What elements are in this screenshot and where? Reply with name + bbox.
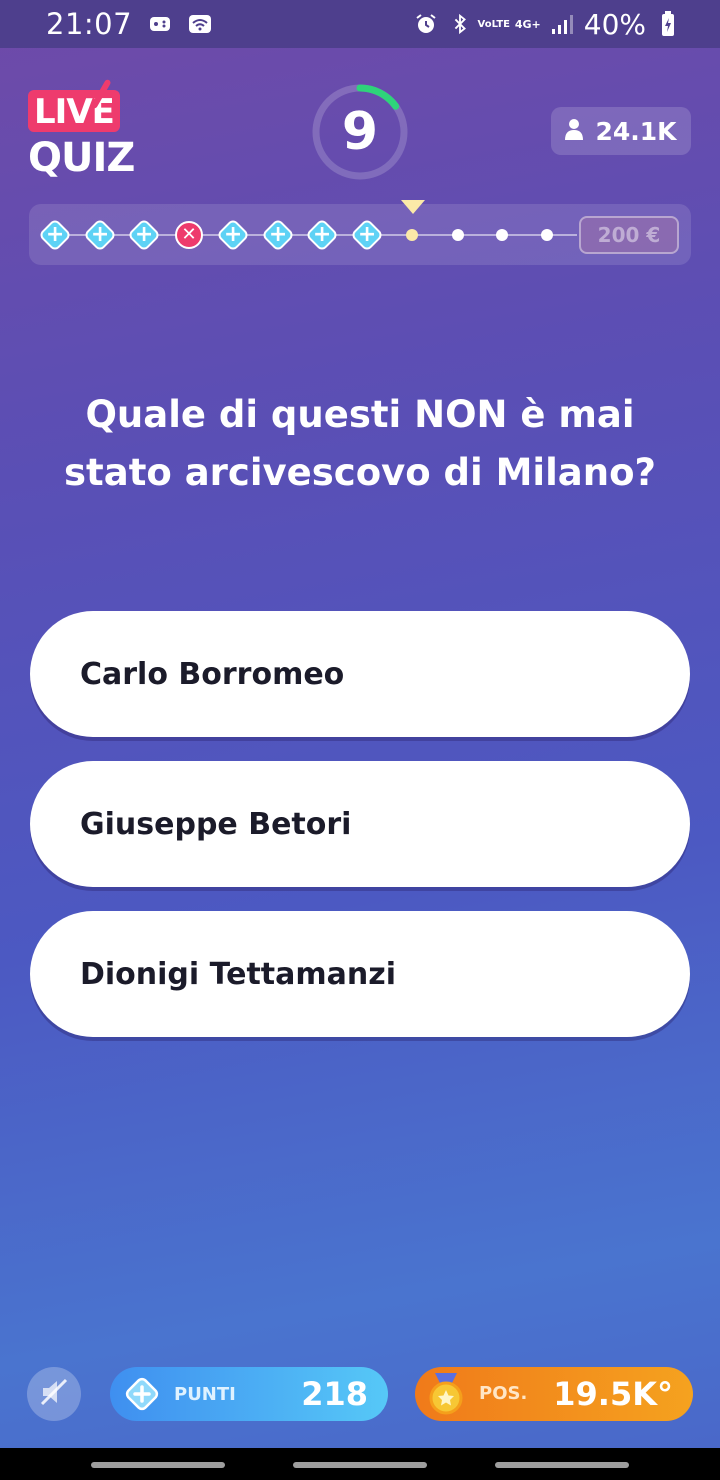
nav-recent-button[interactable]	[91, 1462, 225, 1468]
logo-quiz: QUIZ	[28, 135, 135, 181]
user-icon	[565, 117, 584, 146]
speaker-muted-icon	[38, 1376, 70, 1412]
gem-icon	[124, 1376, 160, 1412]
step-correct-icon: +	[216, 218, 250, 252]
answer-option-2[interactable]: Giuseppe Betori	[30, 761, 690, 887]
current-question-pointer	[401, 200, 425, 214]
points-value: 218	[301, 1375, 368, 1413]
points-label: PUNTI	[174, 1383, 236, 1405]
step-correct-icon: +	[261, 218, 295, 252]
answer-label: Giuseppe Betori	[80, 806, 352, 842]
step-correct-icon: +	[38, 218, 72, 252]
nav-home-button[interactable]	[293, 1462, 427, 1468]
battery-level: 40%	[583, 7, 646, 41]
position-label: POS.	[479, 1383, 528, 1404]
nav-back-button[interactable]	[495, 1462, 629, 1468]
step-wrong-icon: ✕	[175, 221, 203, 249]
answer-label: Dionigi Tettamanzi	[80, 956, 396, 992]
medal-icon	[425, 1373, 467, 1415]
signal-icon	[550, 12, 574, 36]
points-badge: PUNTI 218	[110, 1367, 388, 1421]
battery-charging-icon	[656, 11, 680, 36]
position-value: 19.5K°	[553, 1375, 673, 1413]
step-correct-icon: +	[127, 218, 161, 252]
step-correct-icon: +	[305, 218, 339, 252]
volte-icon: VoLTE	[478, 12, 510, 36]
step-current-dot	[406, 229, 418, 241]
step-pending-dot	[541, 229, 553, 241]
logo-live: LIVE	[28, 90, 120, 132]
timer-value: 9	[341, 102, 379, 162]
gamepad-icon	[148, 12, 172, 36]
step-correct-icon: +	[350, 218, 384, 252]
live-quiz-logo: LIVE QUIZ	[28, 78, 140, 184]
countdown-timer: 9	[310, 82, 410, 182]
answer-label: Carlo Borromeo	[80, 656, 345, 692]
status-bar: 21:07 VoLTE 4G+ 40%	[0, 0, 720, 48]
answer-option-3[interactable]: Dionigi Tettamanzi	[30, 911, 690, 1037]
alarm-icon	[414, 12, 438, 36]
wifi-icon	[188, 12, 212, 36]
step-pending-dot	[496, 229, 508, 241]
system-navigation-bar	[0, 1448, 720, 1480]
position-badge: POS. 19.5K°	[415, 1367, 693, 1421]
4g-icon: 4G+	[514, 12, 541, 36]
clock: 21:07	[46, 7, 133, 41]
question-progress-bar: + + + ✕ + + + + 200 €	[29, 200, 691, 265]
bluetooth-icon	[448, 12, 472, 36]
viewers-count-badge: 24.1K	[551, 107, 691, 155]
question-text: Quale di questi NON è mai stato arcivesc…	[64, 393, 656, 494]
network-label: 4G+	[514, 17, 541, 31]
prize-badge: 200 €	[579, 216, 679, 254]
answer-option-1[interactable]: Carlo Borromeo	[30, 611, 690, 737]
viewers-count: 24.1K	[595, 116, 677, 146]
step-correct-icon: +	[83, 218, 117, 252]
step-pending-dot	[452, 229, 464, 241]
volte-label: VoLTE	[477, 18, 510, 30]
mute-button[interactable]	[27, 1367, 81, 1421]
